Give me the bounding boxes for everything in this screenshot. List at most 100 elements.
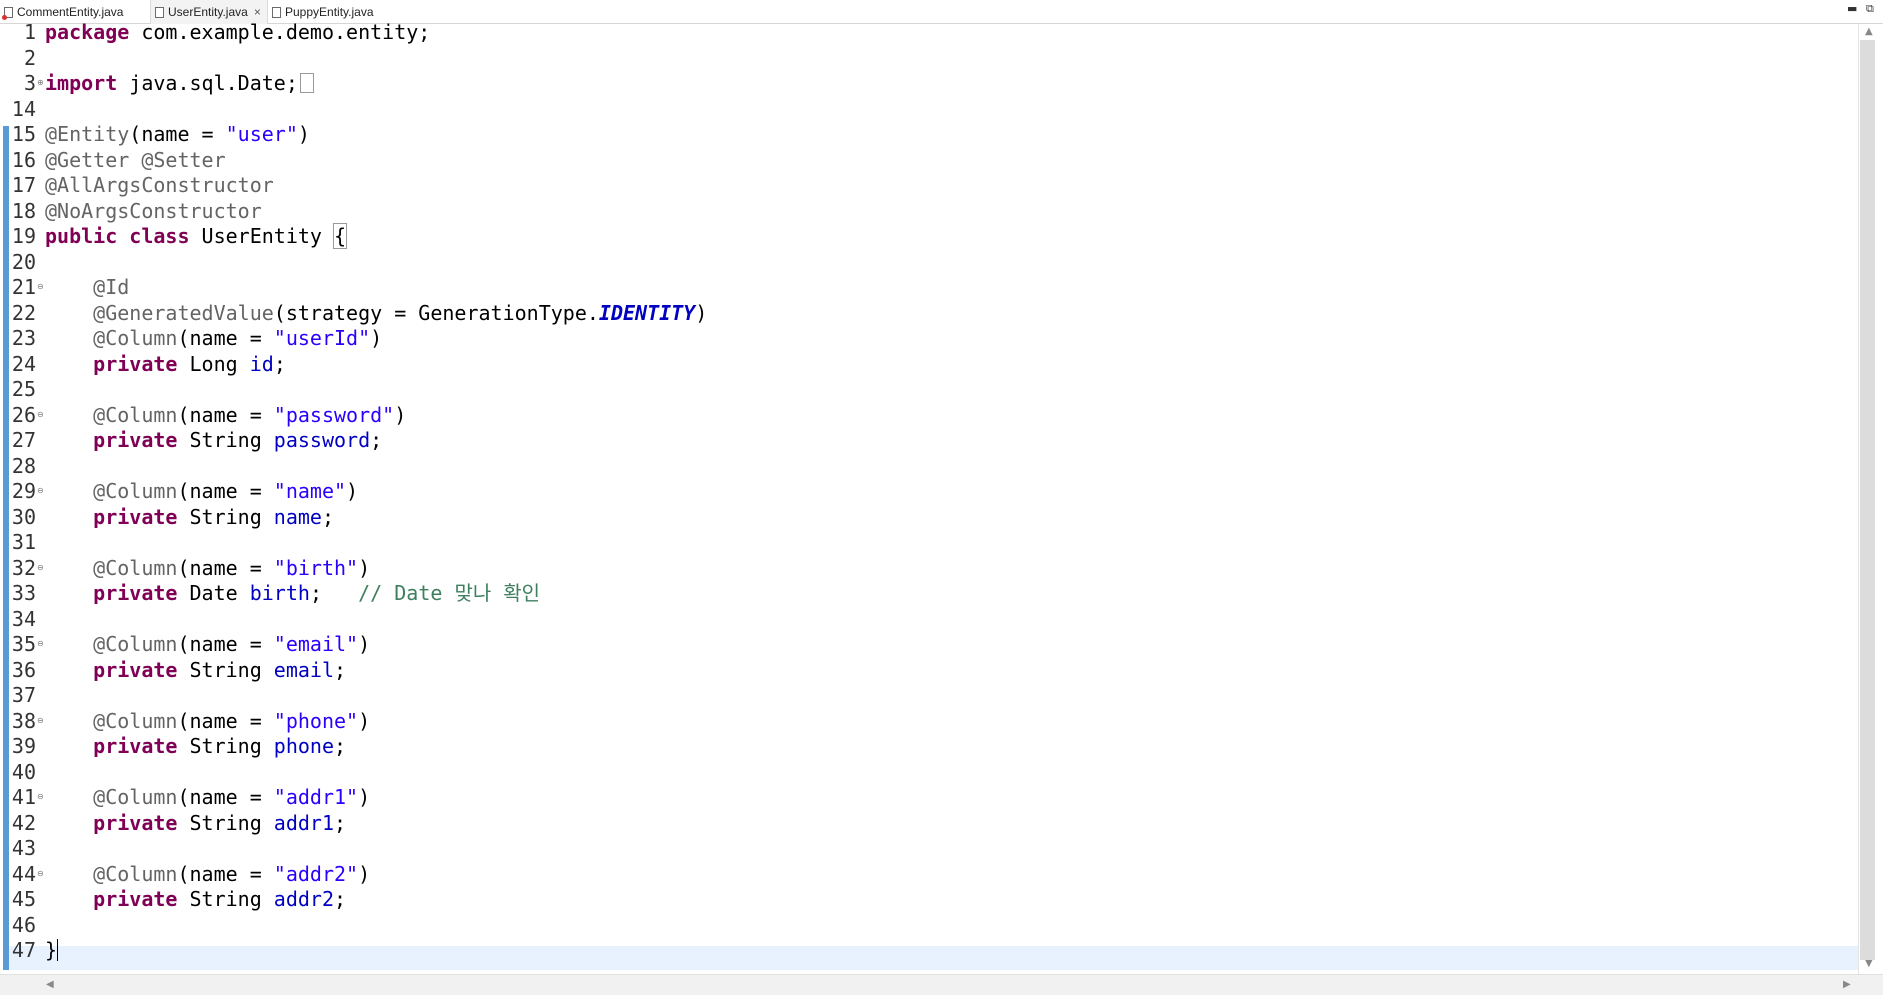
code-token: ) [297,122,310,146]
code-token: @Column [93,555,178,580]
code-line[interactable]: private String phone; [45,733,346,759]
code-line[interactable]: package com.example.demo.entity; [45,19,430,45]
code-token: (name = [177,785,274,809]
restore-icon[interactable]: ⧉ [1866,2,1874,16]
close-tab-icon[interactable]: × [254,5,261,19]
code-token: "birth" [273,555,359,580]
code-line[interactable]: @Column(name = "userId") [45,325,382,351]
code-line[interactable]: private String addr2; [45,886,346,912]
code-token: private [93,428,178,452]
code-line[interactable]: @Column(name = "password") [45,402,406,428]
code-token: "password" [273,402,395,427]
minimize-icon[interactable]: ▬ [1847,2,1857,15]
code-token: @GeneratedValue [93,300,274,325]
code-token: id [249,351,274,376]
line-number: 45 [11,887,36,911]
code-line[interactable]: @Column(name = "addr2") [45,861,370,887]
code-token: (name = [177,708,274,733]
code-line[interactable]: @NoArgsConstructor [45,198,262,224]
code-line[interactable]: } [45,937,59,963]
code-token: ; [334,657,347,682]
code-token: String [177,810,274,835]
code-token: private [93,734,178,758]
code-token: addr2 [273,887,335,911]
collapse-fold-icon[interactable]: ⊖ [37,402,44,428]
code-line[interactable]: private String email; [45,657,346,683]
code-token: @Column [93,708,178,733]
code-line[interactable]: private Long id; [45,351,286,377]
code-line[interactable]: private String name; [45,504,334,530]
collapse-fold-icon[interactable]: ⊖ [37,861,44,887]
line-number: 46 [11,912,36,937]
line-number: 40 [11,759,36,784]
code-token: @Id [93,275,130,299]
code-token: @Column [93,479,178,503]
code-line[interactable]: @Id [45,274,129,300]
code-line[interactable]: public class UserEntity { [45,223,348,249]
line-number: 42 [11,810,36,835]
code-line[interactable]: private String password; [45,427,382,453]
code-token: name [273,504,322,529]
expand-fold-icon[interactable]: ⊕ [37,70,44,96]
line-number: 44 [11,861,36,886]
line-number: 43 [11,836,36,860]
code-token: ) [358,555,371,580]
scroll-left-icon[interactable]: ◀ [46,979,54,990]
code-token: Date [177,581,250,605]
line-number: 2 [23,45,36,70]
collapse-fold-icon[interactable]: ⊖ [37,274,44,300]
code-token: (strategy = GenerationType. [273,300,599,325]
line-number: 36 [11,657,36,682]
line-number: 21 [11,275,36,299]
collapse-fold-icon[interactable]: ⊖ [37,555,44,581]
java-file-icon [272,6,281,18]
line-number: 38 [11,708,36,733]
code-token: package [45,20,130,44]
code-token: String [177,428,274,452]
code-token: ; [334,887,347,911]
code-token: Long [177,351,250,376]
code-token: (name = [177,632,274,656]
code-line[interactable]: @Entity(name = "user") [45,121,310,147]
scroll-right-icon[interactable]: ▶ [1843,979,1851,990]
code-line[interactable]: @Column(name = "name") [45,478,358,504]
code-token: private [93,504,178,529]
code-token: private [93,657,178,682]
collapse-fold-icon[interactable]: ⊖ [37,478,44,504]
code-token: private [93,581,178,605]
code-token: addr1 [273,810,335,835]
java-file-icon [155,6,164,18]
code-line[interactable]: @GeneratedValue(strategy = GenerationTyp… [45,300,707,326]
vertical-scroll-thumb[interactable] [1860,40,1875,960]
code-line[interactable]: @Column(name = "addr1") [45,784,370,810]
code-line[interactable]: import java.sql.Date; [45,70,314,96]
code-line[interactable]: private Date birth; // Date 맞나 확인 [45,580,540,606]
collapse-fold-icon[interactable]: ⊖ [37,631,44,657]
code-line[interactable]: @Column(name = "email") [45,631,370,657]
collapse-fold-icon[interactable]: ⊖ [37,708,44,734]
code-line[interactable]: @Getter @Setter [45,147,226,173]
collapsed-imports-box[interactable] [299,73,314,93]
code-token: com.example.demo.entity; [129,20,431,44]
code-line[interactable]: private String addr1; [45,810,346,836]
code-editor[interactable]: 1 package com.example.demo.entity; 2 3 ⊕ impo… [0,20,1883,995]
code-line[interactable]: @AllArgsConstructor [45,172,274,198]
code-token: "email" [273,632,359,656]
code-line[interactable]: @Column(name = "birth") [45,555,370,581]
scroll-up-icon[interactable]: ▲ [1865,26,1873,37]
code-token: String [177,887,274,911]
collapse-fold-icon[interactable]: ⊖ [37,784,44,810]
code-token: @Getter @Setter [45,147,226,172]
code-token: String [177,734,274,758]
horizontal-scrollbar[interactable]: ◀ ▶ [0,974,1883,995]
code-token: "userId" [273,326,371,350]
code-line[interactable]: @Column(name = "phone") [45,708,370,734]
code-token: @AllArgsConstructor [45,173,274,197]
line-number: 30 [11,504,36,529]
code-token: String [177,657,274,682]
code-token: (name = [177,861,274,886]
